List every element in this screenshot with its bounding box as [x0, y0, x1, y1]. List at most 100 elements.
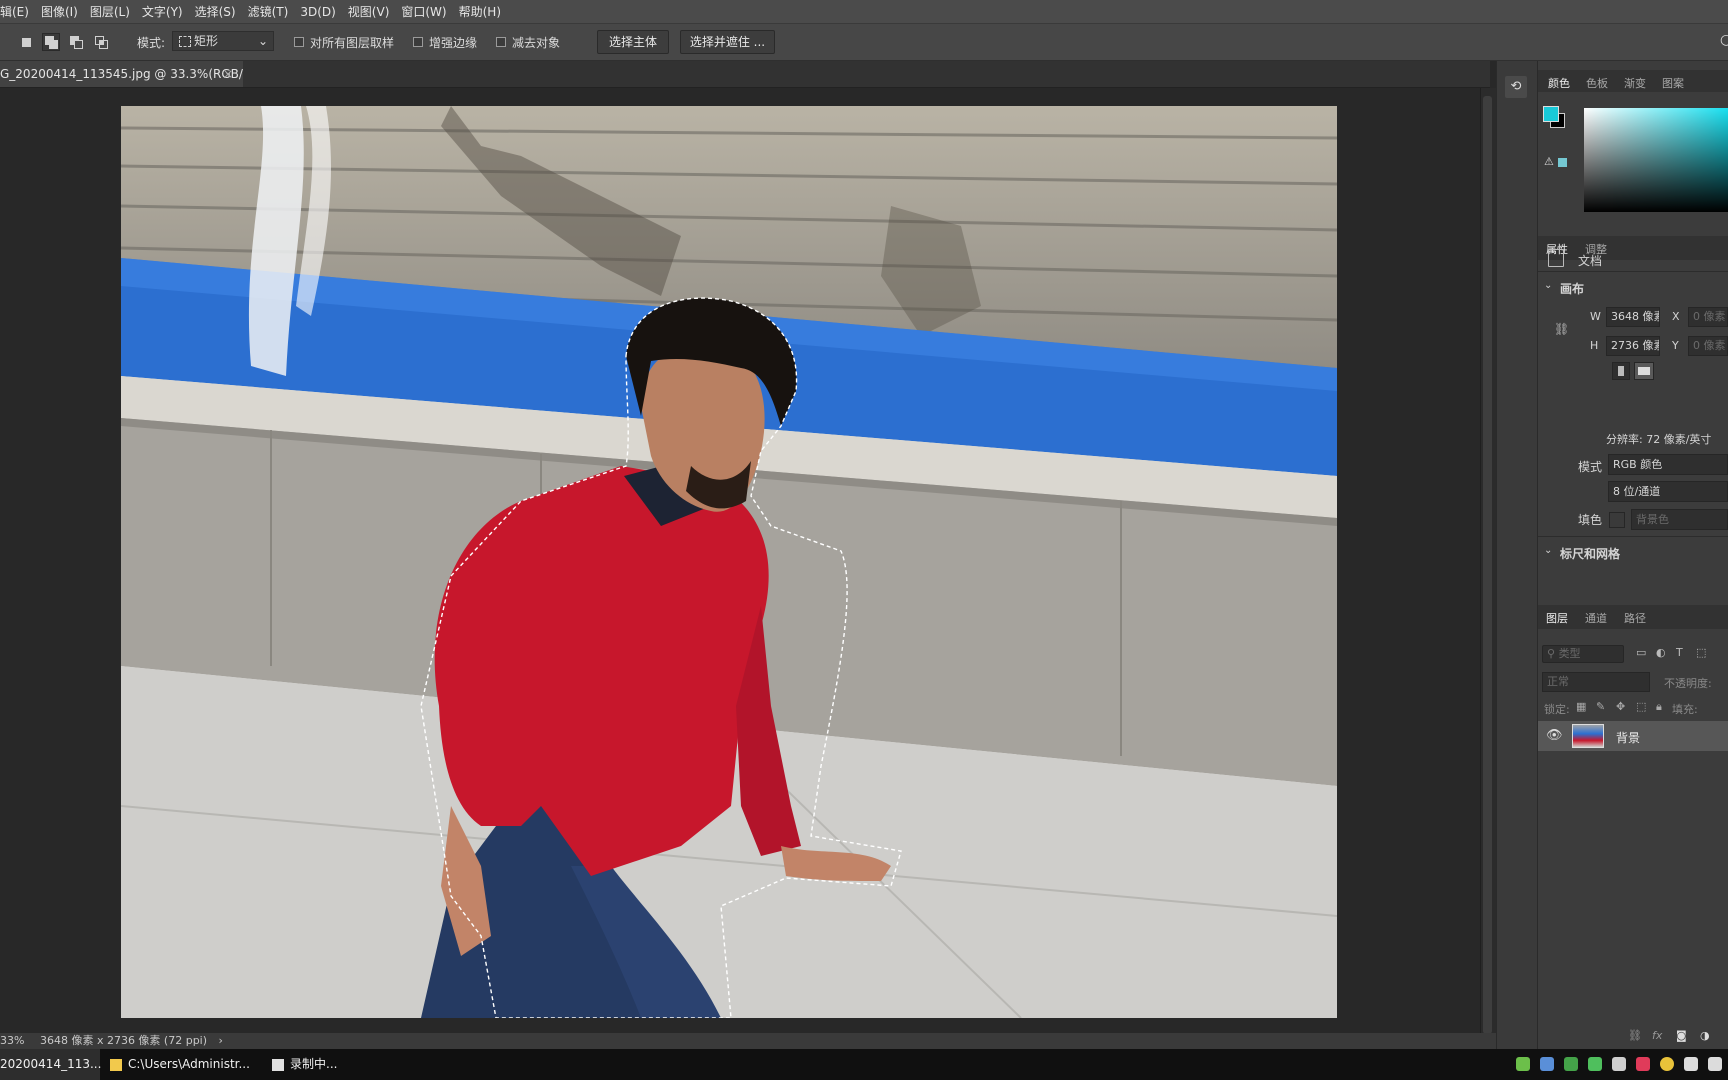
adjustment-filter-icon[interactable]: ◐ [1656, 646, 1666, 659]
menu-filter[interactable]: 滤镜(T) [242, 3, 295, 20]
x-field[interactable]: 0 像素 [1688, 307, 1728, 327]
lock-transparent-icon[interactable]: ▦ [1576, 700, 1586, 713]
subtract-object-checkbox[interactable] [496, 37, 506, 47]
layer-name[interactable]: 背景 [1616, 729, 1640, 746]
rulers-grids-section-title[interactable]: 标尺和网格 [1560, 545, 1620, 562]
menu-view[interactable]: 视图(V) [342, 3, 396, 20]
layer-search-placeholder: 类型 [1558, 647, 1581, 660]
taskbar: 20200414_113... C:\Users\Administr... 录制… [0, 1049, 1728, 1080]
shield-icon[interactable] [1564, 1057, 1578, 1071]
shape-filter-icon[interactable]: ⬚ [1696, 646, 1706, 659]
mode-dropdown[interactable]: 矩形 ⌄ [172, 31, 274, 51]
lock-position-icon[interactable]: ✥ [1616, 700, 1625, 713]
new-selection-icon[interactable] [17, 33, 35, 51]
history-icon[interactable]: ⟲ [1505, 76, 1527, 98]
document-icon [1548, 249, 1564, 267]
chevron-down-icon[interactable]: ⌄ [1544, 280, 1552, 291]
scrollbar-thumb[interactable] [1483, 96, 1492, 1034]
web-safe-swatch[interactable] [1558, 158, 1567, 167]
foreground-color-swatch[interactable] [1543, 106, 1559, 122]
document-info: 3648 像素 x 2736 像素 (72 ppi) [39, 1034, 208, 1047]
width-label: W [1590, 310, 1601, 323]
canvas-section-title[interactable]: 画布 [1560, 280, 1584, 297]
intersect-selection-icon[interactable] [92, 33, 110, 51]
image-filter-icon[interactable]: ▭ [1636, 646, 1646, 659]
color-mode-dropdown[interactable]: RGB 颜色 [1608, 454, 1728, 475]
search-icon[interactable]: ○ [1720, 32, 1728, 48]
link-layers-icon[interactable]: ⛓ [1628, 1029, 1642, 1042]
lock-artboard-icon[interactable]: ⬚ [1636, 700, 1646, 713]
close-icon[interactable]: × [223, 61, 233, 87]
warning-icon: ⚠ [1544, 155, 1554, 168]
select-and-mask-button[interactable]: 选择并遮住 ... [680, 30, 775, 54]
type-filter-icon[interactable]: T [1676, 646, 1683, 659]
battery-icon[interactable] [1516, 1057, 1530, 1071]
tab-layers[interactable]: 图层 [1546, 610, 1568, 626]
document-title: G_20200414_113545.jpg @ 33.3%(RGB/8) [0, 67, 243, 81]
add-to-selection-icon[interactable] [42, 33, 60, 51]
usb-icon[interactable] [1612, 1057, 1626, 1071]
tab-channels[interactable]: 通道 [1585, 610, 1607, 626]
link-icon[interactable]: ⛓ [1554, 322, 1569, 336]
taskbar-item-photoshop[interactable]: 20200414_113... [0, 1049, 101, 1080]
height-label: H [1590, 339, 1599, 352]
mode-label: 模式 [1578, 460, 1603, 474]
color-picker-field[interactable] [1584, 108, 1728, 212]
y-field[interactable]: 0 像素 [1688, 336, 1728, 356]
chevron-down-icon[interactable]: ⌄ [1544, 545, 1552, 556]
document-tab[interactable]: G_20200414_113545.jpg @ 33.3%(RGB/8) × [0, 61, 243, 87]
menu-window[interactable]: 窗口(W) [395, 3, 452, 20]
select-subject-button[interactable]: 选择主体 [597, 30, 669, 54]
photo-image [121, 106, 1337, 1018]
layers-tabs: 图层 通道 路径 [1538, 605, 1728, 629]
tab-color[interactable]: 颜色 [1548, 75, 1570, 91]
power-icon[interactable] [1684, 1057, 1698, 1071]
blend-mode-dropdown[interactable]: 正常 [1542, 672, 1650, 692]
layer-row[interactable]: 👁︎ 背景 [1538, 721, 1728, 751]
fill-opacity-label: 填充: [1672, 703, 1698, 716]
eye-icon[interactable]: 👁︎ [1546, 728, 1563, 743]
menu-image[interactable]: 图像(I) [35, 3, 84, 20]
lock-all-icon[interactable]: 🔒︎ [1656, 700, 1662, 714]
color-panel-tabs: 颜色 色板 渐变 图案 [1538, 70, 1728, 92]
fill-swatch[interactable] [1609, 512, 1625, 528]
menu-edit[interactable]: 辑(E) [0, 3, 35, 20]
volume-icon[interactable] [1708, 1057, 1722, 1071]
plus-icon[interactable] [1660, 1057, 1674, 1071]
portrait-orientation-icon[interactable] [1612, 362, 1630, 380]
status-arrow-icon[interactable]: › [219, 1034, 223, 1047]
menu-select[interactable]: 选择(S) [189, 3, 242, 20]
bit-depth-dropdown[interactable]: 8 位/通道 [1608, 481, 1728, 502]
tab-patterns[interactable]: 图案 [1662, 75, 1684, 91]
menu-bar: 辑(E) 图像(I) 图层(L) 文字(Y) 选择(S) 滤镜(T) 3D(D)… [0, 0, 1728, 24]
wechat-icon[interactable] [1588, 1057, 1602, 1071]
adjustment-layer-icon[interactable]: ◑ [1700, 1029, 1710, 1042]
app-tray-icon[interactable] [1636, 1057, 1650, 1071]
sample-all-layers-checkbox[interactable] [294, 37, 304, 47]
add-mask-icon[interactable]: ◙ [1676, 1029, 1687, 1042]
tab-gradients[interactable]: 渐变 [1624, 75, 1646, 91]
landscape-orientation-icon[interactable] [1634, 362, 1654, 380]
fill-dropdown[interactable]: 背景色 [1631, 509, 1728, 530]
taskbar-item-recorder[interactable]: 录制中... [272, 1049, 417, 1080]
width-field[interactable]: 3648 像素 [1606, 307, 1660, 327]
lock-paint-icon[interactable]: ✎ [1596, 700, 1605, 713]
menu-help[interactable]: 帮助(H) [453, 3, 507, 20]
fx-icon[interactable]: fx [1652, 1029, 1662, 1042]
height-field[interactable]: 2736 像素 [1606, 336, 1660, 356]
taskbar-item-label: 录制中... [290, 1057, 338, 1071]
folder-icon [110, 1058, 122, 1071]
menu-layer[interactable]: 图层(L) [84, 3, 136, 20]
zoom-level[interactable]: 33% [0, 1034, 24, 1047]
enhance-edge-checkbox[interactable] [413, 37, 423, 47]
menu-type[interactable]: 文字(Y) [136, 3, 189, 20]
subtract-from-selection-icon[interactable] [67, 33, 85, 51]
network-icon[interactable] [1540, 1057, 1554, 1071]
photo-canvas[interactable] [121, 106, 1337, 1018]
menu-3d[interactable]: 3D(D) [294, 5, 341, 19]
tab-swatches[interactable]: 色板 [1586, 75, 1608, 91]
layer-search-input[interactable]: ⚲ 类型 [1542, 645, 1624, 663]
taskbar-item-explorer[interactable]: C:\Users\Administr... [110, 1049, 255, 1080]
options-bar: 模式: 矩形 ⌄ 对所有图层取样 增强边缘 减去对象 选择主体 选择并遮住 ..… [0, 24, 1728, 61]
tab-paths[interactable]: 路径 [1624, 610, 1646, 626]
